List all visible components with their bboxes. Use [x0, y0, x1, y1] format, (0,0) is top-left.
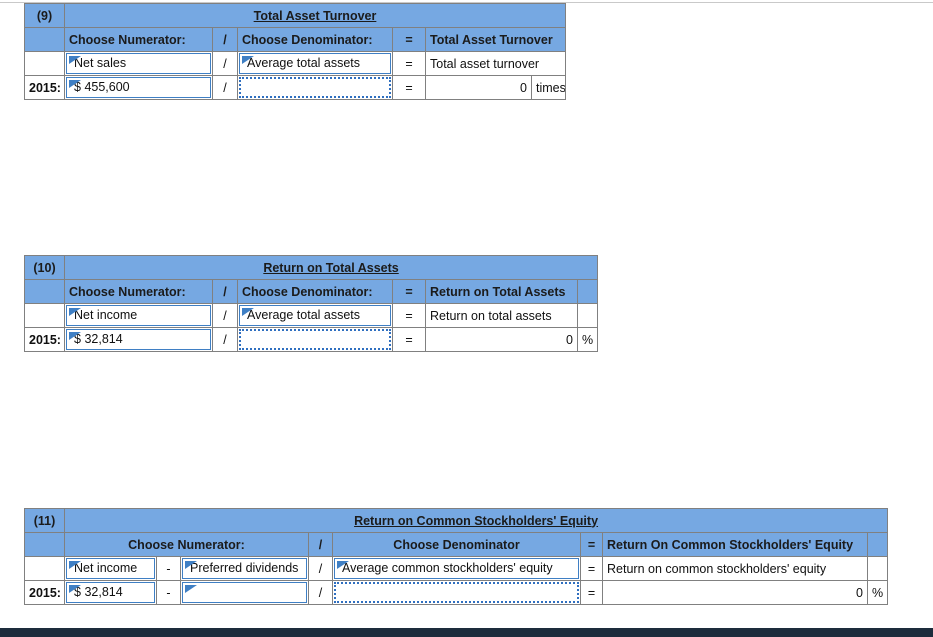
header-divider-slash: /: [308, 532, 333, 557]
numerator-second-value-input[interactable]: [180, 580, 309, 605]
header-denominator: Choose Denominator: [332, 532, 581, 557]
divider-slash: /: [308, 556, 333, 581]
numerator-select-value: Net sales: [74, 56, 127, 70]
result-value: 0: [425, 327, 578, 352]
value-row: 2015: $ 32,814 / = 0 %: [24, 327, 599, 352]
table-header-row: Choose Numerator: / Choose Denominator: …: [24, 279, 599, 304]
numerator-select[interactable]: Net income: [64, 556, 157, 581]
table-header-row: Choose Numerator: / Choose Denominator =…: [24, 532, 889, 557]
table-title: Return on Total Assets: [63, 255, 599, 280]
table-number: (10): [24, 255, 65, 280]
table-header-row: Choose Numerator: / Choose Denominator: …: [24, 27, 566, 52]
ratio-table-total-asset-turnover: (9) Total Asset Turnover Choose Numerato…: [24, 3, 566, 100]
ratio-table-return-on-common-stockholders-equity: (11) Return on Common Stockholders' Equi…: [24, 508, 889, 605]
formula-row: Net sales / Average total assets = Total…: [24, 51, 566, 76]
minus-sign: -: [156, 580, 181, 605]
header-denominator: Choose Denominator:: [237, 27, 393, 52]
numerator-select[interactable]: Net income: [64, 303, 213, 328]
header-numerator: Choose Numerator:: [64, 279, 213, 304]
numerator-second-select[interactable]: Preferred dividends: [180, 556, 309, 581]
table-title-row: (11) Return on Common Stockholders' Equi…: [24, 508, 889, 533]
value-row: 2015: $ 32,814 - / = 0 %: [24, 580, 889, 605]
result-unit: %: [576, 327, 599, 352]
formula-row-label: [24, 556, 65, 581]
result-unit: [576, 303, 599, 328]
formula-row-label: [24, 51, 65, 76]
equals-sign: =: [392, 75, 426, 100]
table-number: (9): [24, 3, 65, 28]
denominator-select-value: Average total assets: [247, 308, 361, 322]
header-divider-slash: /: [212, 279, 238, 304]
denominator-select-value: Average common stockholders' equity: [342, 561, 553, 575]
denominator-value-input[interactable]: [237, 327, 393, 352]
worksheet-page: (9) Total Asset Turnover Choose Numerato…: [0, 0, 933, 637]
result-unit: %: [866, 580, 889, 605]
header-equals-sign: =: [392, 27, 426, 52]
year-label: 2015:: [24, 327, 65, 352]
numerator-select-value: Net income: [74, 561, 138, 575]
numerator-value: 455,600: [84, 80, 130, 94]
result-label: Total asset turnover: [425, 51, 566, 76]
ratio-table-return-on-total-assets: (10) Return on Total Assets Choose Numer…: [24, 255, 599, 352]
header-result: Return On Common Stockholders' Equity: [602, 532, 868, 557]
table-title: Total Asset Turnover: [64, 3, 566, 28]
bottom-status-bar: [0, 628, 933, 637]
numerator-value: 32,814: [84, 332, 123, 346]
numerator-value-input[interactable]: $ 455,600: [64, 75, 213, 100]
divider-slash: /: [212, 303, 238, 328]
numerator-select-value: Net income: [74, 308, 138, 322]
divider-slash: /: [212, 327, 238, 352]
result-value: 0: [602, 580, 868, 605]
header-numerator: Choose Numerator:: [64, 532, 309, 557]
divider-slash: /: [308, 580, 333, 605]
result-value: 0: [425, 75, 532, 100]
header-corner-blank: [24, 27, 65, 52]
denominator-select[interactable]: Average common stockholders' equity: [332, 556, 581, 581]
numerator-value-input[interactable]: $ 32,814: [64, 327, 213, 352]
formula-row: Net income - Preferred dividends / Avera…: [24, 556, 889, 581]
denominator-value-input[interactable]: [237, 75, 393, 100]
denominator-select-value: Average total assets: [247, 56, 361, 70]
header-equals-sign: =: [392, 279, 426, 304]
table-title-row: (10) Return on Total Assets: [24, 255, 599, 280]
header-corner-blank: [24, 279, 65, 304]
header-corner-blank: [24, 532, 65, 557]
header-equals-sign: =: [580, 532, 603, 557]
equals-sign: =: [392, 327, 426, 352]
minus-sign: -: [156, 556, 181, 581]
header-result: Return on Total Assets: [425, 279, 578, 304]
header-divider-slash: /: [212, 27, 238, 52]
denominator-select[interactable]: Average total assets: [237, 51, 393, 76]
result-unit: [866, 556, 889, 581]
divider-slash: /: [212, 51, 238, 76]
equals-sign: =: [580, 580, 603, 605]
header-result: Total Asset Turnover: [425, 27, 566, 52]
numerator-select[interactable]: Net sales: [64, 51, 213, 76]
year-label: 2015:: [24, 580, 65, 605]
denominator-select[interactable]: Average total assets: [237, 303, 393, 328]
year-label: 2015:: [24, 75, 65, 100]
table-title-row: (9) Total Asset Turnover: [24, 3, 566, 28]
equals-sign: =: [392, 303, 426, 328]
formula-row: Net income / Average total assets = Retu…: [24, 303, 599, 328]
divider-slash: /: [212, 75, 238, 100]
header-numerator: Choose Numerator:: [64, 27, 213, 52]
result-label: Return on total assets: [425, 303, 578, 328]
table-number: (11): [24, 508, 65, 533]
result-unit: times: [531, 75, 566, 100]
header-unit-blank: [576, 279, 599, 304]
numerator-second-select-value: Preferred dividends: [190, 561, 299, 575]
numerator-value: 32,814: [84, 585, 123, 599]
numerator-value-input[interactable]: $ 32,814: [64, 580, 157, 605]
table-title: Return on Common Stockholders' Equity: [63, 508, 889, 533]
result-label: Return on common stockholders' equity: [602, 556, 868, 581]
formula-row-label: [24, 303, 65, 328]
header-denominator: Choose Denominator:: [237, 279, 393, 304]
value-row: 2015: $ 455,600 / = 0 times: [24, 75, 566, 100]
equals-sign: =: [392, 51, 426, 76]
header-unit-blank: [866, 532, 889, 557]
denominator-value-input[interactable]: [332, 580, 581, 605]
equals-sign: =: [580, 556, 603, 581]
